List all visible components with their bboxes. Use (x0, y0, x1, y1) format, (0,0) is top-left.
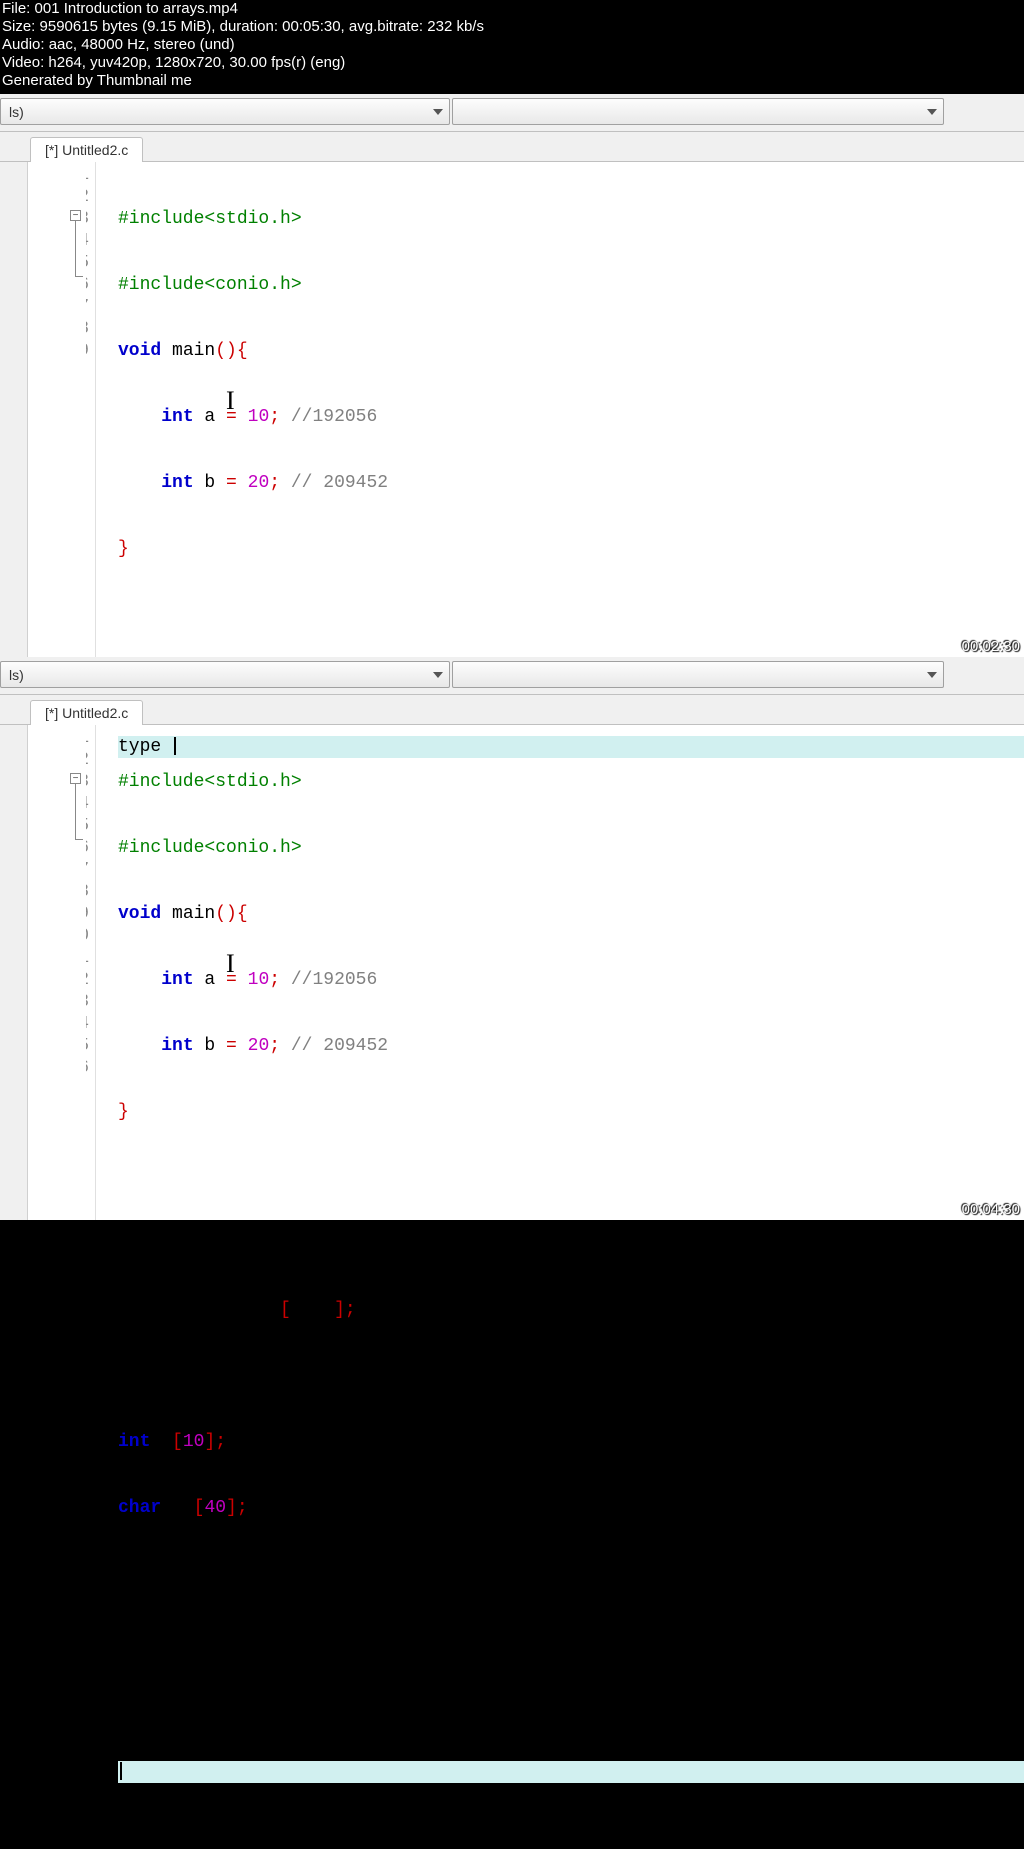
dropdown-text: ls) (9, 667, 24, 683)
video-line: Video: h264, yuv420p, 1280x720, 30.00 fp… (2, 54, 1022, 72)
current-line-highlight (118, 1761, 1024, 1783)
tab-bar: [*] Untitled2.c (0, 695, 1024, 725)
fold-column: − (68, 162, 86, 657)
code-line: type (118, 736, 1024, 758)
code-line: int b = 20; // 209452 (118, 472, 1024, 494)
toolbar: ls) (0, 94, 1024, 132)
timestamp-overlay: 00:04:30 (962, 1201, 1020, 1218)
fold-toggle-icon[interactable]: − (70, 773, 81, 784)
chevron-down-icon (433, 109, 443, 115)
scope-dropdown[interactable]: ls) (0, 98, 450, 125)
code-editor[interactable]: 1 2 3 4 5 6 7 8 9 − #include<stdio.h> #i… (0, 162, 1024, 657)
code-line: int a[10]; (118, 1431, 1024, 1453)
fold-column: − (68, 725, 86, 1220)
code-line: #include<stdio.h> (118, 771, 1024, 793)
file-tab[interactable]: [*] Untitled2.c (30, 700, 143, 725)
dropdown-text: ls) (9, 104, 24, 120)
code-editor[interactable]: 1 2 3 4 5 6 7 8 9 10 11 12 13 14 15 16 −… (0, 725, 1024, 1220)
code-area[interactable]: #include<stdio.h> #include<conio.h> void… (96, 162, 1024, 657)
tab-bar: [*] Untitled2.c (0, 132, 1024, 162)
editor-margin (0, 725, 28, 1220)
code-line (118, 1563, 1024, 1585)
fold-toggle-icon[interactable]: − (70, 210, 81, 221)
code-line (118, 1365, 1024, 1387)
chevron-down-icon (927, 109, 937, 115)
code-line: void main(){ (118, 903, 1024, 925)
code-line: char ch[40]; (118, 1497, 1024, 1519)
file-tab[interactable]: [*] Untitled2.c (30, 137, 143, 162)
code-line (118, 1233, 1024, 1255)
text-cursor (120, 1762, 122, 1780)
code-line (118, 604, 1024, 626)
code-line: #include<stdio.h> (118, 208, 1024, 230)
code-line: int a = 10; //192056 (118, 406, 1024, 428)
audio-line: Audio: aac, 48000 Hz, stereo (und) (2, 36, 1022, 54)
text-cursor (174, 737, 176, 755)
code-line (118, 1167, 1024, 1189)
code-line: #include<conio.h> (118, 837, 1024, 859)
code-line: Two dimensional arrays (118, 1695, 1024, 1717)
code-line: } (118, 1101, 1024, 1123)
code-line (118, 670, 1024, 692)
video-metadata-header: File: 001 Introduction to arrays.mp4 Siz… (0, 0, 1024, 94)
code-line: void main(){ (118, 340, 1024, 362)
file-line: File: 001 Introduction to arrays.mp4 (2, 0, 1022, 18)
code-line: #include<conio.h> (118, 274, 1024, 296)
code-line: } (118, 538, 1024, 560)
code-area[interactable]: #include<stdio.h> #include<conio.h> void… (96, 725, 1024, 1220)
code-line: One dimensional arrays (118, 1629, 1024, 1651)
timestamp-overlay: 00:02:30 (962, 638, 1020, 655)
code-line: type array_name[size]; (118, 1299, 1024, 1321)
thumbnail-frame-1: ls) [*] Untitled2.c 1 2 3 4 5 6 7 8 9 − (0, 94, 1024, 657)
editor-margin (0, 162, 28, 657)
generated-line: Generated by Thumbnail me (2, 72, 1022, 90)
current-line-highlight (118, 736, 1024, 758)
size-line: Size: 9590615 bytes (9.15 MiB), duration… (2, 18, 1022, 36)
symbol-dropdown[interactable] (452, 98, 944, 125)
code-line: int b = 20; // 209452 (118, 1035, 1024, 1057)
code-line (118, 1761, 1024, 1783)
code-line: int a = 10; //192056 (118, 969, 1024, 991)
